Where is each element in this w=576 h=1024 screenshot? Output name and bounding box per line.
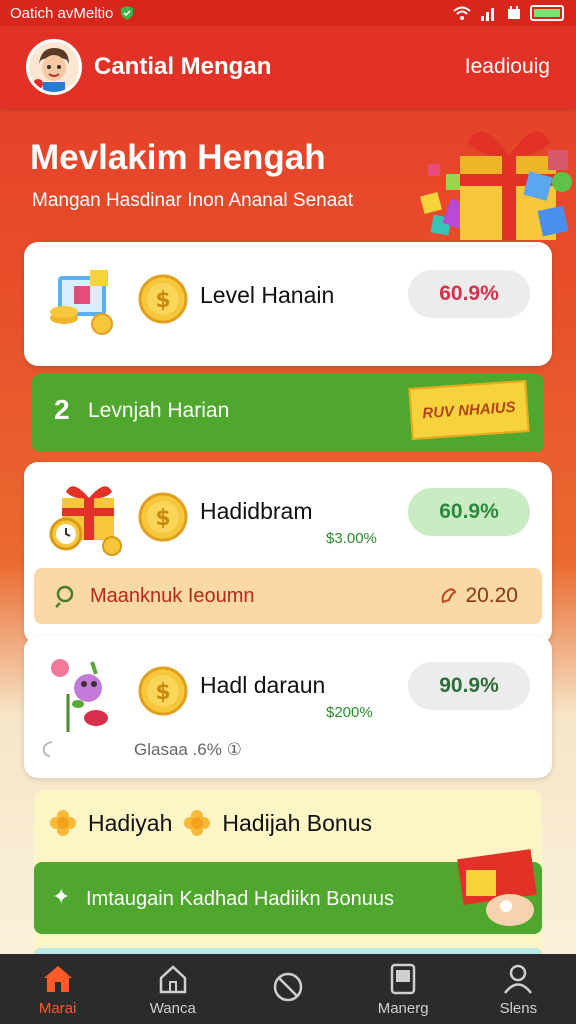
leaderboard-value: 20.20: [465, 584, 518, 607]
hero-subtitle: Mangan Hasdinar Inon Ananal Senaat: [32, 190, 354, 211]
hero-title: Mevlakim Hengah: [30, 138, 326, 177]
gift-clock-illustration: [49, 486, 122, 556]
nav-item-wanca[interactable]: Wanca: [118, 962, 228, 1017]
compass-icon: [273, 972, 303, 1002]
gift-box-illustration: [419, 131, 572, 240]
banner-text: Levnjah Harian: [88, 399, 230, 422]
sparkle-icon: ✦: [52, 884, 71, 909]
percentage-pill: 90.9%: [408, 662, 530, 710]
status-bar: Oatich avMeltio: [0, 0, 576, 26]
bonus-row: Hadiyah Hadijah Bonus: [48, 808, 372, 838]
bonus-label: Hadiyah: [88, 809, 173, 836]
bonus-label-secondary: Hadijah Bonus: [222, 809, 372, 836]
nav-item-home[interactable]: Marai: [3, 962, 113, 1017]
leaderboard-text: Maanknuk Ieoumn: [90, 585, 255, 607]
banner-number: 2: [54, 394, 70, 425]
notification-icon: [508, 6, 520, 19]
coin-small-icon: [442, 588, 457, 604]
card-label: Level Hanain: [200, 282, 335, 308]
search-icon: [55, 585, 74, 608]
flower-illustration: [51, 659, 108, 732]
card-label: Hadidbram: [200, 498, 313, 524]
app-title: Cantial Mengan: [94, 53, 272, 80]
svg-text:$: $: [155, 288, 170, 313]
battery-icon: [530, 5, 564, 21]
coin-icon: $: [138, 492, 188, 542]
claim-bonus-label: Imtaugain Kadhad Hadiikn Bonuus: [86, 888, 394, 910]
flower-icon: [50, 810, 76, 836]
app-header: Cantial Mengan Ieadiouig: [0, 26, 576, 108]
flower-reward-card[interactable]: $ Hadl daraun $200% 90.9% Glasaa .6% ①: [24, 636, 552, 778]
bonus-card: Hadiyah Hadijah Bonus ✦ Imtaugain Kadhad…: [34, 790, 542, 960]
percentage-pill: 60.9%: [408, 270, 530, 318]
daily-level-banner[interactable]: 2 Levnjah Harian RUV NHAIUS: [32, 374, 544, 452]
card-sub-value: $3.00%: [326, 530, 377, 547]
wifi-icon: [453, 6, 471, 20]
card-label: Hadl daraun: [200, 672, 326, 698]
coin-icon: $: [138, 666, 188, 716]
leaderboard-bar[interactable]: Maanknuk Ieoumn 20.20: [34, 568, 542, 624]
shield-icon: [121, 6, 134, 20]
buy-bonus-tag[interactable]: RUV NHAIUS: [408, 379, 530, 441]
nav-label: Manerg: [377, 999, 429, 1017]
nav-item-manerg[interactable]: Manerg: [348, 962, 458, 1017]
card-footer-text: Glasaa .6% ①: [134, 740, 242, 759]
signal-icon: [481, 8, 494, 21]
avatar[interactable]: [26, 39, 82, 95]
flower-icon: [184, 810, 211, 836]
percentage-pill: 60.9%: [408, 488, 530, 536]
carrier-text: Oatich avMeltio: [10, 4, 114, 22]
coin-icon: $: [138, 274, 188, 324]
refresh-icon[interactable]: [40, 740, 56, 758]
bottom-nav: Marai Wanca Manerg Slens: [0, 954, 576, 1024]
house-outline-icon: [159, 964, 187, 993]
nav-label: Marai: [38, 999, 77, 1017]
nav-label: Wanca: [149, 999, 196, 1017]
leaderboard-value-group: 20.20: [439, 584, 518, 608]
header-action-link[interactable]: Ieadiouig: [465, 55, 550, 79]
card-sub-value: $200%: [326, 704, 373, 721]
wallet-illustration: [50, 270, 113, 335]
svg-text:$: $: [155, 506, 170, 531]
nav-label: Slens: [499, 999, 538, 1017]
level-card[interactable]: $ Level Hanain 60.9%: [24, 242, 552, 366]
nav-item-explore[interactable]: [233, 970, 343, 1008]
nav-item-profile[interactable]: Slens: [463, 962, 573, 1017]
home-icon: [43, 965, 72, 992]
user-icon: [504, 964, 533, 994]
red-envelope-illustration: [457, 849, 537, 926]
tablet-icon: [390, 963, 416, 994]
avatar-image: [29, 42, 79, 92]
svg-text:$: $: [155, 680, 170, 705]
